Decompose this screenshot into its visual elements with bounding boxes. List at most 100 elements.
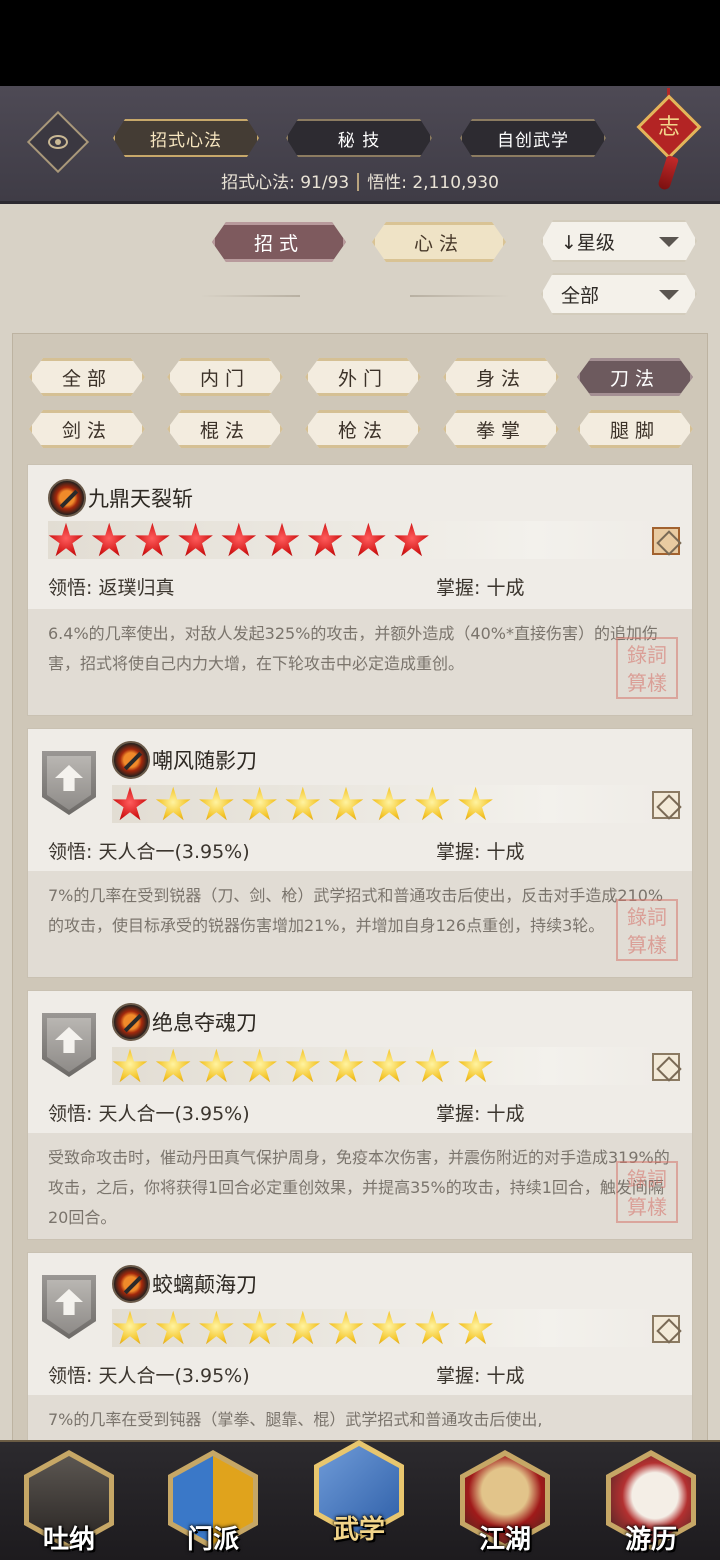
- nav-travel[interactable]: 游历: [604, 1450, 698, 1560]
- upgrade-shield-icon[interactable]: [42, 1013, 96, 1077]
- star-icon: [91, 522, 127, 557]
- category-staff[interactable]: 棍法: [167, 410, 283, 448]
- scope-select[interactable]: 全部: [541, 273, 697, 315]
- star-icon: [155, 786, 191, 821]
- ornament-char: 志: [657, 115, 680, 140]
- skill-description: 6.4%的几率使出，对敌人发起325%的攻击，并额外造成（40%*直接伤害）的追…: [28, 609, 692, 715]
- mastery-label: 掌握:: [436, 841, 481, 863]
- mode-tab-moves[interactable]: 招式: [212, 222, 346, 262]
- star-rating: [112, 1309, 658, 1347]
- seal-text: 算樣: [627, 1195, 667, 1219]
- insight-value: 天人合一(3.95%): [98, 841, 250, 863]
- scope-select-value: 全部: [561, 284, 600, 307]
- category-outer[interactable]: 外门: [305, 358, 421, 396]
- star-icon: [328, 1310, 364, 1345]
- star-icon: [285, 1310, 321, 1345]
- mastery-value: 十成: [486, 577, 525, 599]
- star-icon: [155, 1048, 191, 1083]
- skill-card[interactable]: 绝息夺魂刀 领悟: 天人合一(3.95%) 掌握: 十成 受致命攻击时，催动丹田…: [27, 990, 693, 1240]
- star-icon: [458, 786, 493, 821]
- mastery-value: 十成: [486, 1103, 525, 1125]
- chevron-down-icon: [659, 237, 679, 247]
- star-icon: [112, 1310, 148, 1345]
- star-icon: [135, 522, 170, 557]
- skill-type-icon[interactable]: [652, 527, 680, 555]
- seal-text: 錄詞: [627, 905, 667, 929]
- star-icon: [371, 786, 407, 821]
- nav-label: 武学: [332, 1515, 385, 1545]
- nav-label: 门派: [186, 1525, 239, 1555]
- mastery-label: 掌握:: [436, 1365, 481, 1387]
- skill-description-text: 7%的几率在受到锐器（刀、剑、枪）武学招式和普通攻击后使出，反击对手造成210%…: [48, 886, 664, 935]
- skill-card[interactable]: 九鼎天裂斩 领悟: 返璞归真 掌握: 十成 6.4%的几率使出，对敌人发起325…: [27, 464, 693, 716]
- tab-secret-skills[interactable]: 秘 技: [286, 119, 432, 157]
- star-icon: [264, 522, 300, 557]
- category-inner[interactable]: 内门: [167, 358, 283, 396]
- divider-right: [410, 295, 510, 297]
- category-sword[interactable]: 剑法: [29, 410, 145, 448]
- skill-description-text: 6.4%的几率使出，对敌人发起325%的攻击，并额外造成（40%*直接伤害）的追…: [48, 624, 658, 673]
- star-icon: [285, 1048, 321, 1083]
- skill-card[interactable]: 蛟螭颠海刀 领悟: 天人合一(3.95%) 掌握: 十成 7%的几率在受到钝器（…: [27, 1252, 693, 1452]
- tab-self-created[interactable]: 自创武学: [460, 119, 606, 157]
- category-fist-palm[interactable]: 拳掌: [443, 410, 559, 448]
- seal-text: 算樣: [627, 933, 667, 957]
- star-icon: [242, 786, 277, 821]
- seal-text: 錄詞: [627, 1167, 667, 1191]
- ornament-tassel: [657, 154, 679, 192]
- nav-breathing[interactable]: 吐纳: [22, 1450, 116, 1560]
- skill-description-text: 受致命攻击时，催动丹田真气保护周身，免疫本次伤害，并震伤附近的对手造成319%的…: [48, 1148, 670, 1227]
- skill-card[interactable]: 嘲风随影刀 领悟: 天人合一(3.95%) 掌握: 十成 7%的几率在受到锐器（…: [27, 728, 693, 978]
- nav-jianghu[interactable]: 江湖: [458, 1450, 552, 1560]
- star-icon: [307, 522, 343, 557]
- skills-count: 招式心法: 91/93: [221, 173, 350, 193]
- skill-type-icon[interactable]: [652, 791, 680, 819]
- insight-total: 悟性: 2,110,930: [367, 173, 499, 193]
- nav-sect[interactable]: 门派: [166, 1450, 260, 1560]
- upgrade-shield-icon[interactable]: [42, 1275, 96, 1339]
- star-rating: [112, 1047, 658, 1085]
- tab-skills-methods[interactable]: 招式心法: [113, 119, 259, 157]
- category-all[interactable]: 全部: [29, 358, 145, 396]
- star-rating: [112, 785, 658, 823]
- skill-type-icon[interactable]: [652, 1315, 680, 1343]
- nav-label: 江湖: [478, 1525, 531, 1555]
- seal-stamp-icon: 錄詞 算樣: [616, 1161, 678, 1223]
- star-icon: [458, 1310, 493, 1345]
- insight-label: 领悟:: [48, 1103, 93, 1125]
- mastery-value: 十成: [486, 841, 525, 863]
- seal-stamp-icon: 錄詞 算樣: [616, 899, 678, 961]
- skill-description-text: 7%的几率在受到钝器（掌拳、腿靠、棍）武学招式和普通攻击后使出,: [48, 1410, 543, 1429]
- divider-left: [200, 295, 300, 297]
- eye-icon: [48, 135, 68, 149]
- visibility-toggle-button[interactable]: [26, 110, 90, 174]
- category-leg[interactable]: 腿脚: [577, 410, 693, 448]
- upgrade-shield-icon[interactable]: [42, 751, 96, 815]
- skill-name: 绝息夺魂刀: [152, 1011, 257, 1035]
- star-icon: [371, 1048, 407, 1083]
- nav-label: 吐纳: [42, 1525, 95, 1555]
- insight-value: 天人合一(3.95%): [98, 1103, 250, 1125]
- mastery-stat: 掌握: 十成: [436, 573, 524, 600]
- header-stats: 招式心法: 91/93 悟性: 2,110,930: [0, 168, 720, 193]
- star-icon: [415, 1310, 450, 1345]
- category-spear[interactable]: 枪法: [305, 410, 421, 448]
- category-blade[interactable]: 刀法: [577, 358, 693, 396]
- skill-list-panel: 全部 内门 外门 身法 刀法 剑法 棍法 枪法 拳掌 腿脚 九鼎天裂斩 领悟: …: [12, 333, 708, 1453]
- star-icon: [285, 786, 321, 821]
- nav-martial-arts[interactable]: 武学: [312, 1440, 406, 1550]
- bottom-nav: 吐纳 门派 武学 江湖 游历: [0, 1440, 720, 1560]
- star-icon: [199, 1048, 234, 1083]
- skill-description: 受致命攻击时，催动丹田真气保护周身，免疫本次伤害，并震伤附近的对手造成319%的…: [28, 1133, 692, 1239]
- skill-type-icon[interactable]: [652, 1053, 680, 1081]
- mastery-label: 掌握:: [436, 577, 481, 599]
- insight-stat: 领悟: 返璞归真: [48, 573, 174, 600]
- star-icon: [371, 1310, 407, 1345]
- skill-name: 嘲风随影刀: [152, 749, 257, 773]
- knot-ornament-button[interactable]: 志: [636, 88, 702, 198]
- category-movement[interactable]: 身法: [443, 358, 559, 396]
- star-icon: [155, 1310, 191, 1345]
- insight-label: 领悟:: [48, 577, 93, 599]
- mode-tab-methods[interactable]: 心法: [372, 222, 506, 262]
- sort-select[interactable]: ↓星级: [541, 220, 697, 262]
